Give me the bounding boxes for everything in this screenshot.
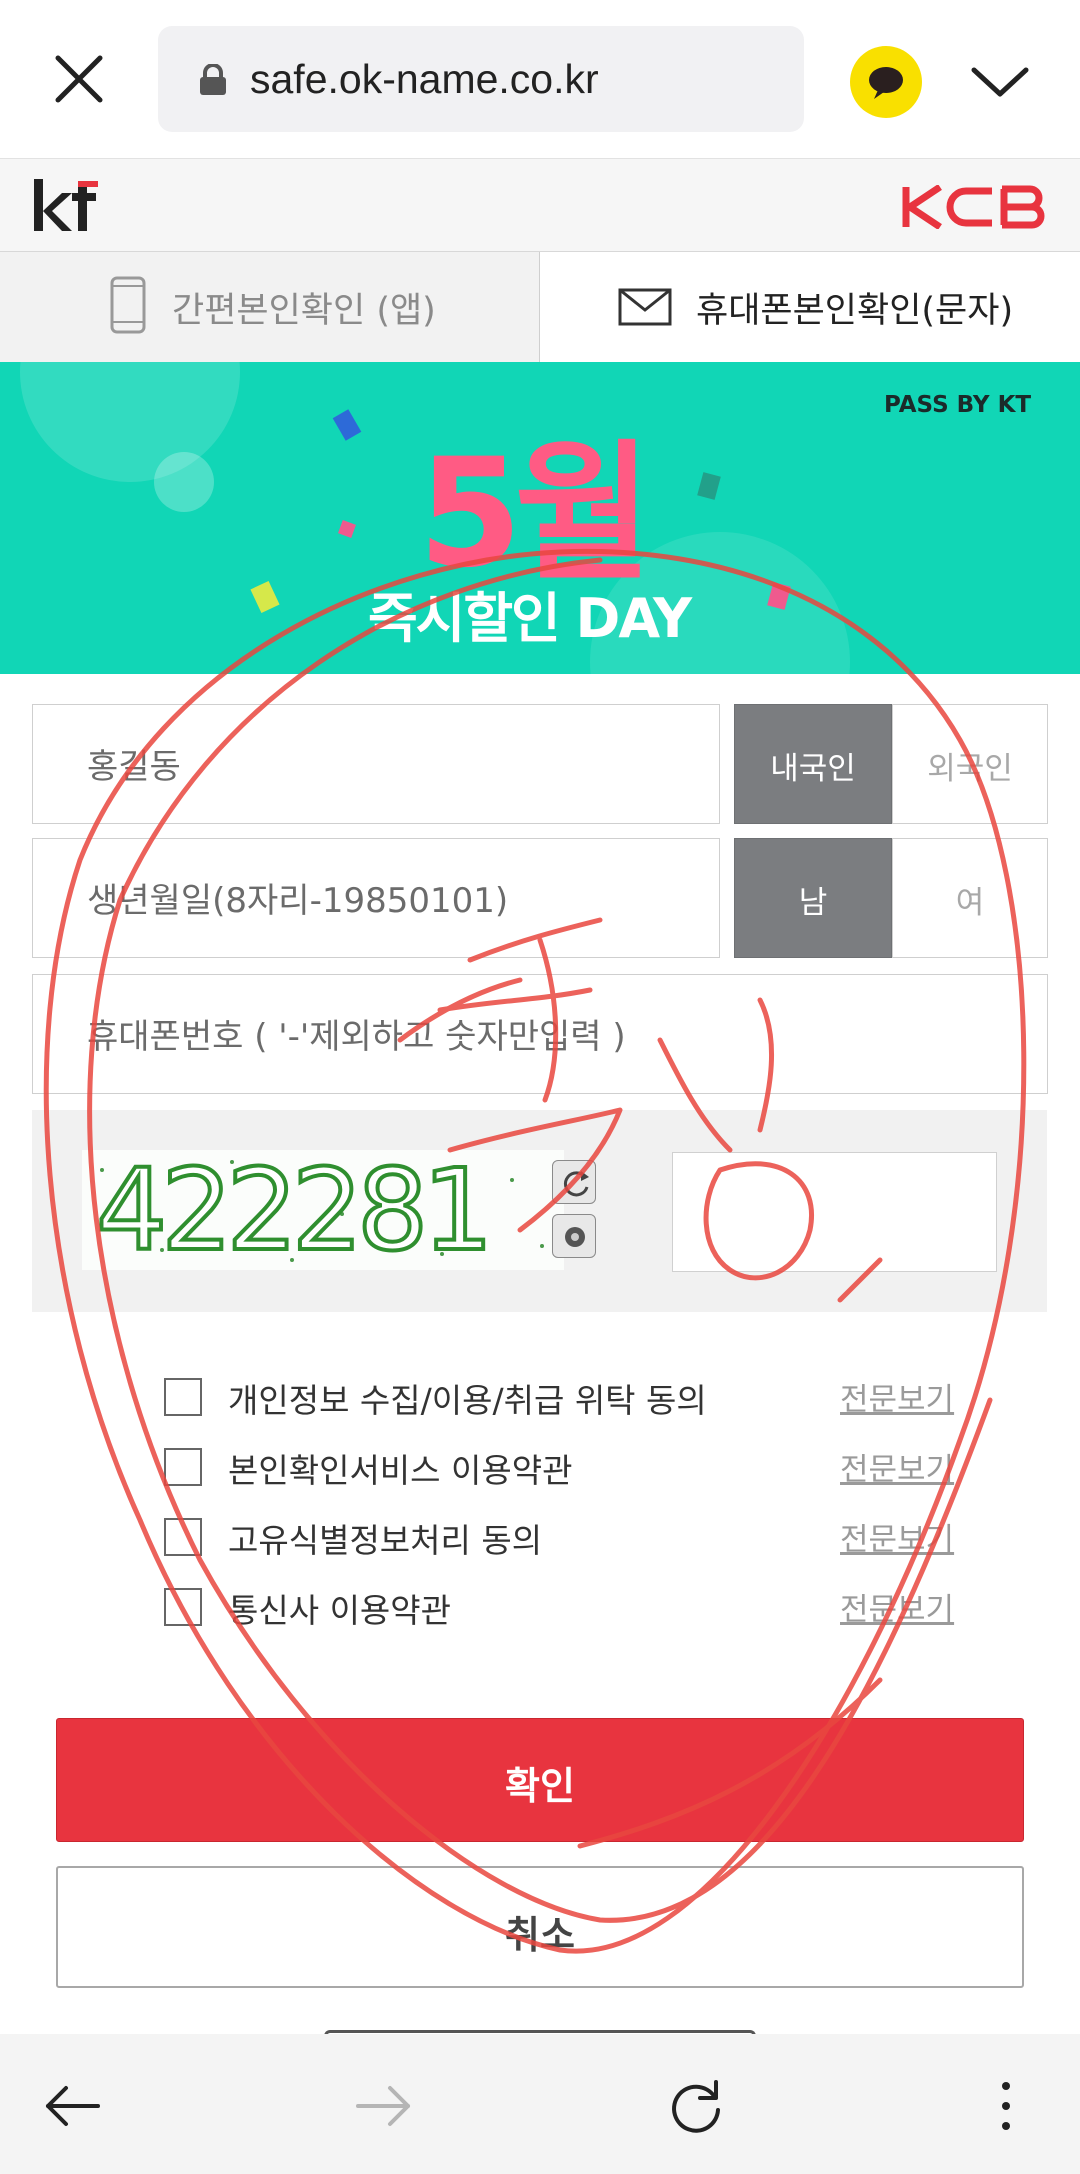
agreement-checkbox[interactable]: [164, 1518, 202, 1556]
cancel-label: 취소: [505, 1913, 575, 1957]
cancel-button[interactable]: 취소: [56, 1866, 1024, 1988]
tab-sms-verification[interactable]: 휴대폰본인확인(문자): [540, 252, 1080, 362]
chat-bubble-glyph: [869, 67, 903, 99]
browser-toolbar: safe.ok-name.co.kr: [0, 0, 1080, 158]
confirm-button[interactable]: 확인: [56, 1718, 1024, 1842]
phone-icon: [110, 276, 146, 334]
agreement-row: 본인확인서비스 이용약관 전문보기: [160, 1442, 960, 1492]
phone-number-input[interactable]: 휴대폰번호 ( '-'제외하고 숫자만입력 ): [32, 974, 1048, 1094]
captcha-refresh-button[interactable]: [552, 1160, 596, 1204]
refresh-icon: [563, 1171, 589, 1197]
tab-app-label: 간편본인확인 (앱): [172, 291, 436, 331]
agreement-label: 개인정보 수집/이용/취급 위탁 동의: [228, 1381, 707, 1420]
address-bar[interactable]: safe.ok-name.co.kr: [158, 26, 804, 132]
brand-header: [0, 158, 1080, 252]
name-input[interactable]: 홍길동: [32, 704, 720, 824]
domestic-toggle[interactable]: 내국인: [734, 704, 892, 824]
phone-placeholder: 휴대폰번호 ( '-'제외하고 숫자만입력 ): [87, 1017, 626, 1057]
banner-corner-text: PASS BY KT: [884, 392, 1032, 418]
agreement-label: 통신사 이용약관: [228, 1591, 452, 1630]
captcha-answer-input[interactable]: [672, 1152, 997, 1272]
speaker-icon: [565, 1227, 585, 1247]
captcha-audio-button[interactable]: [552, 1214, 596, 1258]
agreement-checkbox[interactable]: [164, 1588, 202, 1626]
forward-arrow-icon[interactable]: [352, 2074, 416, 2138]
agreement-label: 본인확인서비스 이용약관: [228, 1451, 573, 1490]
captcha-image: 422281: [82, 1144, 564, 1278]
view-full-terms-link[interactable]: 전문보기: [840, 1514, 954, 1559]
more-vertical-icon[interactable]: [974, 2074, 1038, 2138]
confirm-label: 확인: [505, 1764, 575, 1808]
foreigner-toggle[interactable]: 외국인: [892, 704, 1048, 824]
tab-sms-label: 휴대폰본인확인(문자): [696, 291, 1014, 331]
browser-bottom-nav: [0, 2034, 1080, 2174]
domestic-label: 내국인: [770, 751, 856, 787]
female-toggle[interactable]: 여: [892, 838, 1048, 958]
birthdate-input[interactable]: 생년월일(8자리-19850101): [32, 838, 720, 958]
mail-icon: [618, 288, 672, 326]
foreigner-label: 외국인: [927, 751, 1013, 787]
kt-logo: [34, 179, 98, 231]
close-icon[interactable]: [44, 44, 114, 114]
chevron-down-icon[interactable]: [968, 52, 1032, 112]
male-toggle[interactable]: 남: [734, 838, 892, 958]
agreement-row: 개인정보 수집/이용/취급 위탁 동의 전문보기: [160, 1372, 960, 1422]
lock-icon: [200, 64, 226, 95]
promo-banner[interactable]: 5월 즉시할인 DAY PASS BY KT: [0, 362, 1080, 674]
kakao-chat-icon[interactable]: [850, 46, 922, 118]
agreement-label: 고유식별정보처리 동의: [228, 1521, 543, 1560]
captcha-section: 422281: [32, 1110, 1047, 1312]
url-text: safe.ok-name.co.kr: [250, 56, 599, 102]
name-placeholder: 홍길동: [87, 747, 181, 787]
agreement-row: 고유식별정보처리 동의 전문보기: [160, 1512, 960, 1562]
male-label: 남: [798, 885, 828, 921]
verification-tabs: 간편본인확인 (앱) 휴대폰본인확인(문자): [0, 252, 1080, 362]
kcb-logo: [902, 185, 1045, 229]
banner-tagline: 즉시할인 DAY: [368, 587, 692, 650]
view-full-terms-link[interactable]: 전문보기: [840, 1584, 954, 1629]
view-full-terms-link[interactable]: 전문보기: [840, 1444, 954, 1489]
reload-icon[interactable]: [664, 2074, 728, 2138]
agreement-checkbox[interactable]: [164, 1378, 202, 1416]
captcha-code: 422281: [94, 1144, 496, 1278]
view-full-terms-link[interactable]: 전문보기: [840, 1374, 954, 1419]
agreement-checkbox[interactable]: [164, 1448, 202, 1486]
agreement-row: 통신사 이용약관 전문보기: [160, 1582, 960, 1632]
back-arrow-icon[interactable]: [40, 2074, 104, 2138]
birthdate-placeholder: 생년월일(8자리-19850101): [87, 881, 509, 921]
female-label: 여: [955, 885, 985, 921]
tab-app-verification[interactable]: 간편본인확인 (앱): [0, 252, 540, 362]
